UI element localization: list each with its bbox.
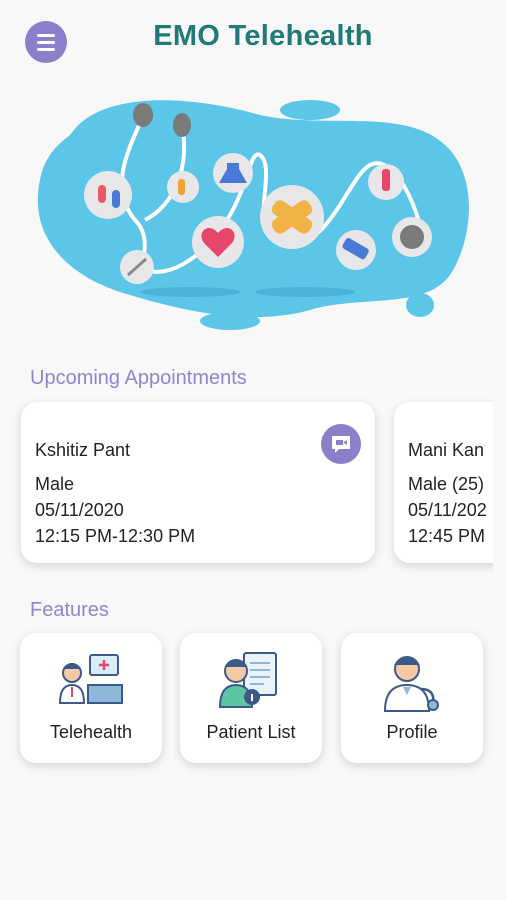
patient-name: Kshitiz Pant — [35, 440, 131, 460]
appointments-carousel[interactable]: Kshitiz Pant Male 05/11/2020 12:15 PM-12… — [0, 398, 493, 573]
feature-telehealth[interactable]: Telehealth — [20, 633, 162, 763]
feature-label: Patient List — [206, 722, 296, 742]
patient-gender: Male — [35, 474, 75, 494]
app-header: EMO Telehealth — [0, 0, 506, 80]
appointment-date: 05/11/202 — [408, 500, 487, 520]
patient-gender: Male (25) — [408, 474, 485, 494]
doctor-stethoscope-icon — [383, 656, 439, 712]
feature-label: Telehealth — [49, 722, 133, 742]
page-title: EMO Telehealth — [153, 20, 373, 52]
feature-label: Profile — [386, 722, 438, 742]
patient-record-icon — [218, 652, 277, 708]
upcoming-appointments-heading: Upcoming Appointments — [30, 367, 247, 389]
appointment-card[interactable]: Kshitiz Pant Male 05/11/2020 12:15 PM-12… — [21, 402, 375, 563]
appointment-time: 12:15 PM-12:30 PM — [35, 526, 196, 546]
features-heading: Features — [30, 599, 109, 621]
feature-profile[interactable]: Profile — [341, 633, 483, 763]
doctor-desk-icon — [58, 654, 123, 704]
hero-illustration — [37, 100, 469, 330]
patient-name: Mani Kan — [408, 440, 485, 460]
video-call-icon[interactable] — [321, 424, 361, 464]
appointment-time: 12:45 PM — [408, 526, 486, 546]
feature-patient-list[interactable]: Patient List — [180, 633, 322, 763]
appointment-card[interactable]: Mani Kan Male (25) 05/11/202 12:45 PM — [394, 402, 493, 563]
appointment-date: 05/11/2020 — [35, 500, 124, 520]
